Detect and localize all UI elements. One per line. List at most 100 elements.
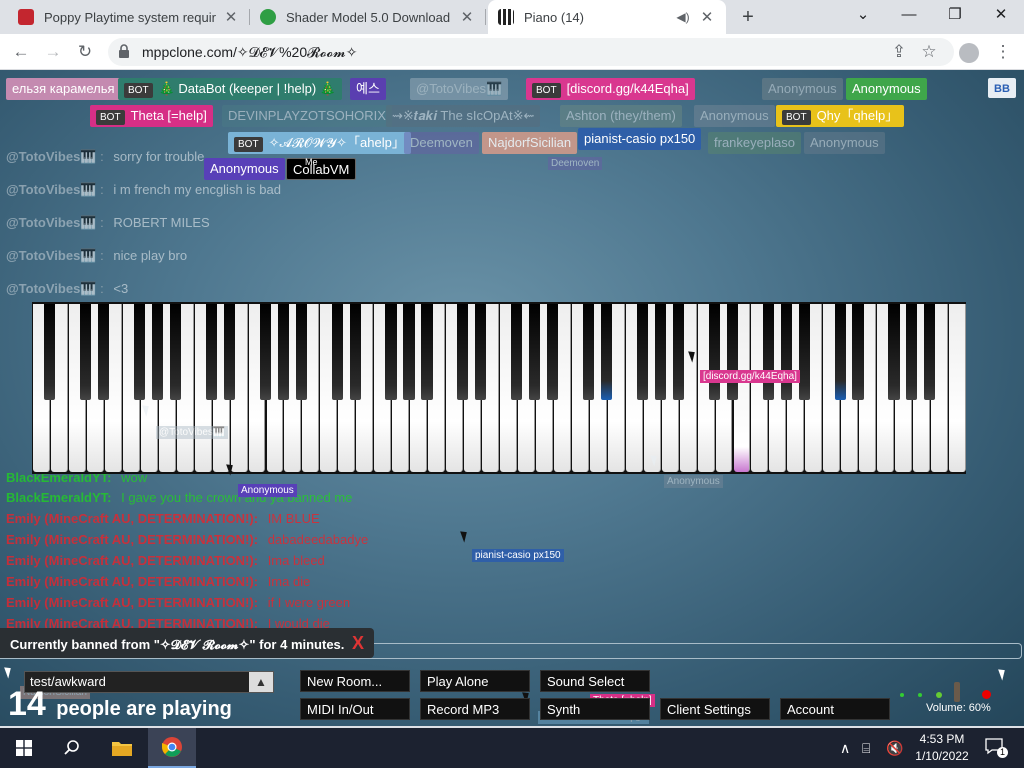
- sound-select-button[interactable]: Sound Select: [540, 670, 650, 692]
- user-tag[interactable]: 예스: [350, 78, 386, 100]
- clock[interactable]: 4:53 PM 1/10/2022: [912, 731, 972, 765]
- user-tag[interactable]: NajdorfSicilian: [482, 132, 578, 154]
- new-tab-button[interactable]: +: [736, 5, 760, 29]
- search-button[interactable]: [48, 728, 96, 768]
- black-key[interactable]: [349, 304, 361, 400]
- user-tag[interactable]: Anonymous: [204, 158, 285, 180]
- play-alone-button[interactable]: Play Alone: [420, 670, 530, 692]
- user-tag-me[interactable]: Me CollabVM: [286, 157, 357, 180]
- black-key[interactable]: [906, 304, 918, 400]
- close-tab-icon[interactable]: ✕: [698, 8, 716, 26]
- black-key[interactable]: [852, 304, 864, 400]
- volume-knob-icon[interactable]: [954, 682, 960, 702]
- user-tag[interactable]: Anonymous: [762, 78, 843, 100]
- white-key[interactable]: [949, 304, 966, 472]
- user-tag[interactable]: frankeyeplaso: [708, 132, 801, 154]
- user-tag[interactable]: DEVINPLAYZOTSOHORIX: [222, 105, 392, 127]
- user-tag[interactable]: @TotoVibes🎹: [410, 78, 509, 100]
- user-tag-bot[interactable]: BOT ✧𝓐𝓡𝓞𝓦𝓨✧「ahelp」: [228, 132, 411, 154]
- synth-button[interactable]: Synth: [540, 698, 650, 720]
- close-tab-icon[interactable]: ✕: [222, 8, 240, 26]
- back-icon[interactable]: ←: [8, 39, 34, 65]
- black-key[interactable]: [169, 304, 182, 400]
- black-key[interactable]: [601, 304, 613, 400]
- black-key[interactable]: [134, 304, 146, 400]
- black-key[interactable]: [583, 304, 595, 400]
- network-icon[interactable]: ⌸: [862, 740, 870, 757]
- chrome-button[interactable]: [148, 728, 196, 768]
- piano-keyboard[interactable]: [32, 302, 966, 474]
- share-icon[interactable]: ⇪: [886, 39, 912, 65]
- black-key[interactable]: [547, 304, 559, 400]
- black-key[interactable]: [457, 304, 469, 400]
- black-key[interactable]: [780, 304, 792, 400]
- reload-icon[interactable]: ↻: [72, 39, 98, 65]
- close-tab-icon[interactable]: ✕: [458, 8, 476, 26]
- account-button[interactable]: Account: [780, 698, 890, 720]
- start-button[interactable]: [0, 728, 48, 768]
- address-bar[interactable]: mppclone.com/✧𝓓𝓔𝓥%20𝓡𝓸𝓸𝓶✧: [108, 38, 954, 66]
- user-tag[interactable]: Anonymous: [804, 132, 885, 154]
- menu-icon[interactable]: ⋮: [990, 39, 1016, 65]
- black-key[interactable]: [888, 304, 900, 400]
- black-key[interactable]: [798, 304, 810, 400]
- black-key[interactable]: [708, 304, 720, 400]
- profile-avatar-icon[interactable]: [956, 39, 982, 65]
- black-key[interactable]: [44, 304, 56, 400]
- black-key[interactable]: [403, 304, 415, 400]
- file-explorer-button[interactable]: [98, 728, 146, 768]
- black-key[interactable]: [654, 304, 667, 400]
- black-key[interactable]: [385, 304, 397, 400]
- tray-chevron-icon[interactable]: ∧: [840, 740, 850, 757]
- user-tag-bot[interactable]: BOT Qhy「qhelp」: [776, 105, 905, 127]
- volume-muted-icon[interactable]: 🔇: [886, 740, 903, 757]
- user-tag[interactable]: pianist-casio px150: [578, 128, 702, 150]
- chat-send-button[interactable]: ▲: [249, 672, 273, 692]
- top-right-button[interactable]: BB: [988, 78, 1016, 98]
- user-tag[interactable]: Deemoven: [404, 132, 479, 154]
- user-tag-bot[interactable]: BOT [discord.gg/k44Eqha]: [526, 78, 695, 100]
- black-key[interactable]: [295, 304, 307, 400]
- notifications-button[interactable]: 1: [984, 736, 1008, 759]
- speaker-icon[interactable]: ◀): [674, 10, 692, 24]
- forward-icon[interactable]: →: [40, 39, 66, 65]
- user-tag[interactable]: ⇝※𝒕𝒂𝒌𝒊 The sIcOpAt※⇜: [386, 105, 541, 127]
- black-key[interactable]: [331, 304, 343, 400]
- close-window-icon[interactable]: ✕: [978, 0, 1024, 32]
- user-tag-bot[interactable]: BOT 🎄 DataBot (keeper | !help) 🎄: [118, 78, 342, 100]
- black-key[interactable]: [421, 304, 433, 400]
- black-key[interactable]: [529, 304, 541, 400]
- black-key[interactable]: [80, 304, 92, 400]
- close-notice-icon[interactable]: X: [352, 633, 364, 653]
- user-tag[interactable]: Anonymous: [694, 105, 775, 127]
- new-room-button[interactable]: New Room...: [300, 670, 410, 692]
- black-key[interactable]: [223, 304, 235, 400]
- user-tag[interactable]: Ashton (they/them): [560, 105, 682, 127]
- user-tag[interactable]: Anonymous: [846, 78, 927, 100]
- user-tag-bot[interactable]: BOT Theta [=help]: [90, 105, 213, 127]
- midi-button[interactable]: MIDI In/Out: [300, 698, 410, 720]
- black-key[interactable]: [834, 304, 846, 400]
- black-key[interactable]: [672, 304, 684, 400]
- black-key[interactable]: [277, 304, 289, 400]
- black-key[interactable]: [762, 304, 774, 400]
- tab-search-icon[interactable]: ⌄: [840, 0, 886, 32]
- black-key[interactable]: [511, 304, 523, 400]
- tab-piano[interactable]: Piano (14) ◀) ✕: [488, 0, 726, 34]
- minimize-icon[interactable]: —: [886, 0, 932, 32]
- black-key[interactable]: [205, 304, 217, 400]
- black-key[interactable]: [151, 304, 164, 400]
- client-settings-button[interactable]: Client Settings: [660, 698, 770, 720]
- black-key[interactable]: [98, 304, 110, 400]
- black-key[interactable]: [726, 304, 738, 400]
- black-key[interactable]: [924, 304, 936, 400]
- black-key[interactable]: [636, 304, 649, 400]
- black-key[interactable]: [475, 304, 487, 400]
- tab-shader-model[interactable]: Shader Model 5.0 Download | Pe ✕: [250, 0, 486, 34]
- restore-icon[interactable]: ❐: [932, 0, 978, 32]
- black-key[interactable]: [259, 304, 271, 400]
- record-mp3-button[interactable]: Record MP3: [420, 698, 530, 720]
- bookmark-star-icon[interactable]: ☆: [916, 39, 942, 65]
- tab-poppy-playtime[interactable]: Poppy Playtime system requirem ✕: [8, 0, 250, 34]
- user-tag[interactable]: ельзя карамелья: [6, 78, 121, 100]
